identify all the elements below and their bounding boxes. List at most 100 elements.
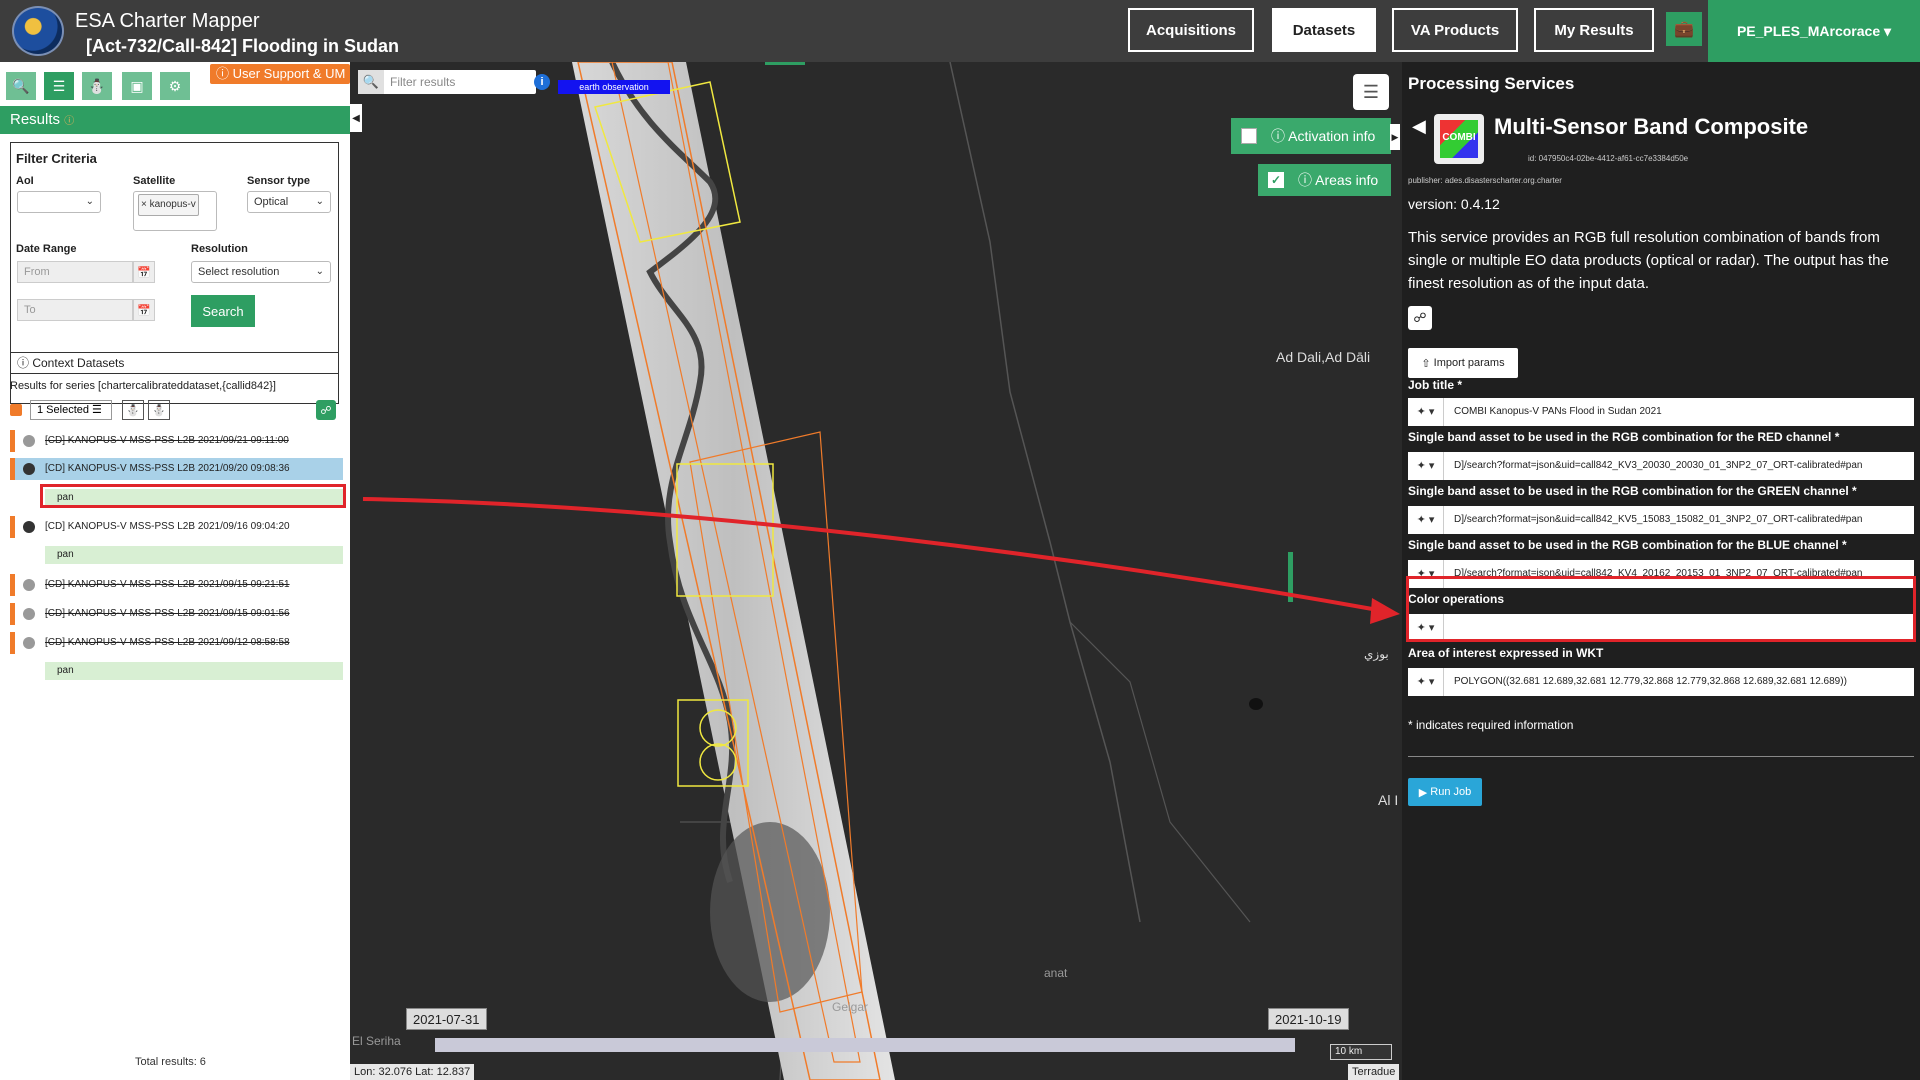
activation-label: ⓘ Activation info [1271, 128, 1376, 144]
green-channel-input[interactable]: ✦ ▾ D]/search?format=json&uid=call842_KV5… [1408, 506, 1914, 534]
back-chevron-icon[interactable]: ◀ [1412, 116, 1426, 137]
list-item[interactable]: [CD] KANOPUS-V MSS-PSS L2B 2021/09/21 09… [10, 430, 343, 452]
calendar-icon[interactable]: 📅 [133, 299, 155, 321]
select-all-checkbox[interactable] [10, 404, 22, 416]
user-support-link[interactable]: ⓘ User Support & UM [210, 64, 350, 84]
share-icon[interactable]: ☍ [316, 400, 336, 420]
job-title-input[interactable]: ✦ ▾ COMBI Kanopus-V PANs Flood in Sudan 2… [1408, 398, 1914, 426]
field-label: Single band asset to be used in the RGB … [1408, 538, 1847, 552]
timeline-end-date[interactable]: 2021-10-19 [1268, 1008, 1349, 1030]
info-icon[interactable]: i [534, 74, 550, 90]
run-label: Run Job [1430, 786, 1472, 798]
item-label: [CD] KANOPUS-V MSS-PSS L2B 2021/09/15 09… [45, 579, 290, 590]
pan-asset[interactable]: pan [45, 546, 343, 564]
list-item[interactable]: [CD] KANOPUS-V MSS-PSS L2B 2021/09/20 09… [10, 458, 343, 480]
list-item[interactable]: [CD] KANOPUS-V MSS-PSS L2B 2021/09/15 09… [10, 574, 343, 596]
nav-my-results[interactable]: My Results [1534, 8, 1654, 52]
list-icon[interactable]: ☰ [44, 72, 74, 100]
search-button[interactable]: Search [191, 295, 255, 327]
run-job-button[interactable]: ▶ Run Job [1408, 778, 1482, 806]
item-label: [CD] KANOPUS-V MSS-PSS L2B 2021/09/16 09… [45, 521, 290, 532]
nav-acquisitions[interactable]: Acquisitions [1128, 8, 1254, 52]
wand-icon[interactable]: ✦ ▾ [1408, 506, 1444, 534]
aoi-select[interactable]: ⌄ [17, 191, 101, 213]
satellite-chip[interactable]: × kanopus-v [138, 194, 199, 216]
divider [1408, 756, 1914, 757]
results-label: Results [10, 111, 61, 128]
chevron-down-icon: ⌄ [315, 196, 324, 207]
calendar-icon[interactable]: 📅 [133, 261, 155, 283]
field-label: Area of interest expressed in WKT [1408, 646, 1604, 660]
add-basket-icon[interactable]: ⛄ [122, 400, 144, 420]
areas-info-toggle[interactable]: ✓ ⓘ Areas info [1258, 164, 1391, 196]
briefcase-icon[interactable]: 💼 [1666, 12, 1702, 46]
field-label: Single band asset to be used in the RGB … [1408, 484, 1857, 498]
info-icon: ⓘ [17, 356, 33, 370]
globe-icon [23, 608, 35, 620]
field-value[interactable]: COMBI Kanopus-V PANs Flood in Sudan 2021 [1454, 398, 1910, 426]
layers-icon[interactable]: ☰ [1353, 74, 1389, 110]
areas-checkbox[interactable]: ✓ [1268, 172, 1284, 188]
map-attribution[interactable]: Terradue [1348, 1064, 1400, 1080]
wand-icon[interactable]: ✦ ▾ [1408, 668, 1444, 696]
earth-observation-tag[interactable]: earth observation [558, 80, 670, 94]
help-icon[interactable]: ⓘ [64, 116, 74, 127]
archive-icon[interactable]: ▣ [122, 72, 152, 100]
list-item[interactable]: [CD] KANOPUS-V MSS-PSS L2B 2021/09/15 09… [10, 603, 343, 625]
field-value[interactable]: D]/search?format=json&uid=call842_KV5_15… [1454, 506, 1910, 534]
service-name: Multi-Sensor Band Composite [1494, 114, 1809, 139]
basket-icon[interactable]: ⛄ [82, 72, 112, 100]
nav-datasets[interactable]: Datasets [1272, 8, 1376, 52]
selected-dropdown[interactable]: 1 Selected ☰ [30, 400, 112, 420]
list-item[interactable]: [CD] KANOPUS-V MSS-PSS L2B 2021/09/12 08… [10, 632, 343, 654]
resolution-label: Resolution [191, 243, 248, 255]
chevron-down-icon: ⌄ [315, 266, 324, 277]
satellite-select[interactable]: × kanopus-v [133, 191, 217, 231]
sensor-select[interactable]: Optical ⌄ [247, 191, 331, 213]
import-label: Import params [1433, 357, 1505, 369]
field-value[interactable]: POLYGON((32.681 12.689,32.681 12.779,32.… [1454, 668, 1910, 696]
app-title: ESA Charter Mapper [75, 10, 260, 32]
map-view[interactable]: ◀ 🔍 Filter results i earth observation ☰ … [350, 62, 1402, 1080]
place-label: anat [1044, 966, 1068, 980]
globe-icon [23, 579, 35, 591]
service-description: This service provides an RGB full resolu… [1408, 229, 1889, 292]
expand-icon[interactable]: ▶ [1390, 124, 1400, 150]
wand-icon[interactable]: ✦ ▾ [1408, 398, 1444, 426]
date-from-input[interactable]: From [17, 261, 133, 283]
activation-checkbox[interactable] [1241, 128, 1257, 144]
place-label: Geigar [832, 1000, 869, 1014]
list-item[interactable]: [CD] KANOPUS-V MSS-PSS L2B 2021/09/16 09… [10, 516, 343, 538]
service-publisher: publisher: ades.disasterscharter.org.cha… [1408, 176, 1562, 185]
collapse-panel-button[interactable]: ◀ [350, 104, 362, 132]
date-range-label: Date Range [16, 243, 77, 255]
activation-info-toggle[interactable]: ⓘ Activation info [1231, 118, 1391, 154]
search-icon[interactable]: 🔍 [6, 72, 36, 100]
processing-services-panel: Processing Services ◀ COMBI Multi-Sensor… [1402, 62, 1920, 1080]
resolution-select[interactable]: Select resolution ⌄ [191, 261, 331, 283]
date-to-input[interactable]: To [17, 299, 133, 321]
pan-asset[interactable]: pan [45, 662, 343, 680]
aoi-wkt-input[interactable]: ✦ ▾ POLYGON((32.681 12.689,32.681 12.779,… [1408, 668, 1914, 696]
timeline-slider[interactable] [435, 1038, 1295, 1052]
user-menu[interactable]: PE_PLES_MArcorace ▾ [1708, 0, 1920, 62]
remove-basket-icon[interactable]: ⛄ [148, 400, 170, 420]
required-note: * indicates required information [1408, 718, 1574, 732]
selected-label: 1 Selected [37, 404, 89, 416]
timeline-start-date[interactable]: 2021-07-31 [406, 1008, 487, 1030]
share-icon[interactable]: ☍ [1408, 306, 1432, 330]
left-panel: 🔍 ☰ ⛄ ▣ ⚙ ⓘ User Support & UM Results ⓘ … [0, 62, 350, 1080]
selection-toolbar: 1 Selected ☰ ⛄ ⛄ ☍ [10, 398, 340, 422]
filter-results-input[interactable]: 🔍 Filter results [358, 70, 536, 94]
context-datasets[interactable]: ⓘ Context Datasets [10, 352, 339, 374]
filter-placeholder: Filter results [390, 75, 456, 89]
import-params-button[interactable]: ⇧ Import params [1408, 348, 1518, 378]
activation-subtitle: [Act-732/Call-842] Flooding in Sudan [86, 36, 400, 56]
wand-icon[interactable]: ✦ ▾ [1408, 452, 1444, 480]
field-label: Single band asset to be used in the RGB … [1408, 430, 1840, 444]
nav-va-products[interactable]: VA Products [1392, 8, 1518, 52]
gear-icon[interactable]: ⚙ [160, 72, 190, 100]
red-channel-input[interactable]: ✦ ▾ D]/search?format=json&uid=call842_KV3… [1408, 452, 1914, 480]
sensor-value: Optical [254, 196, 289, 208]
field-value[interactable]: D]/search?format=json&uid=call842_KV3_20… [1454, 452, 1910, 480]
